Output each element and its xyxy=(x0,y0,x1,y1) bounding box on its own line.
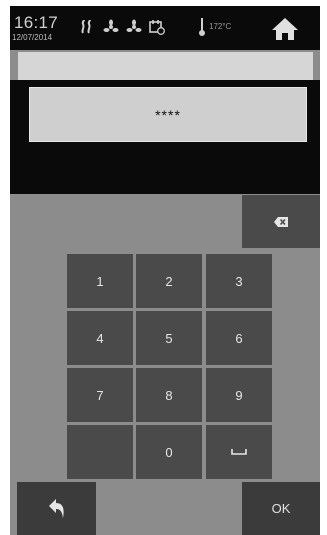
key-space[interactable] xyxy=(206,425,272,479)
backspace-button[interactable] xyxy=(242,195,320,248)
space-icon xyxy=(231,449,247,455)
key-6[interactable]: 6 xyxy=(206,311,272,365)
key-blank xyxy=(67,425,133,479)
fan-icon xyxy=(126,19,142,35)
fan-icon xyxy=(103,19,119,35)
back-arrow-icon xyxy=(48,498,64,518)
thermometer-icon xyxy=(198,17,206,42)
key-9[interactable]: 9 xyxy=(206,368,272,422)
status-time: 16:17 xyxy=(14,13,59,32)
back-button[interactable] xyxy=(17,482,96,535)
status-icons xyxy=(80,19,165,35)
status-bar: 16:17 12/07/2014 172°C xyxy=(10,6,320,50)
key-1[interactable]: 1 xyxy=(67,254,133,308)
key-7[interactable]: 7 xyxy=(67,368,133,422)
key-0[interactable]: 0 xyxy=(136,425,202,479)
timer-calendar-icon xyxy=(149,19,165,35)
home-button[interactable] xyxy=(270,15,300,43)
status-date: 12/07/2014 xyxy=(12,33,53,42)
status-temperature: 172°C xyxy=(209,22,232,31)
ok-button[interactable]: OK xyxy=(242,482,320,535)
title-panel xyxy=(18,52,313,80)
pin-entry-screen: 16:17 12/07/2014 172°C **** 1 2 3 4 5 6 … xyxy=(10,6,320,535)
key-2[interactable]: 2 xyxy=(136,254,202,308)
key-3[interactable]: 3 xyxy=(206,254,272,308)
key-8[interactable]: 8 xyxy=(136,368,202,422)
pin-display: **** xyxy=(29,87,307,142)
key-5[interactable]: 5 xyxy=(136,311,202,365)
steam-icon xyxy=(80,19,96,35)
home-icon xyxy=(272,18,298,40)
key-4[interactable]: 4 xyxy=(67,311,133,365)
backspace-icon xyxy=(274,216,288,227)
